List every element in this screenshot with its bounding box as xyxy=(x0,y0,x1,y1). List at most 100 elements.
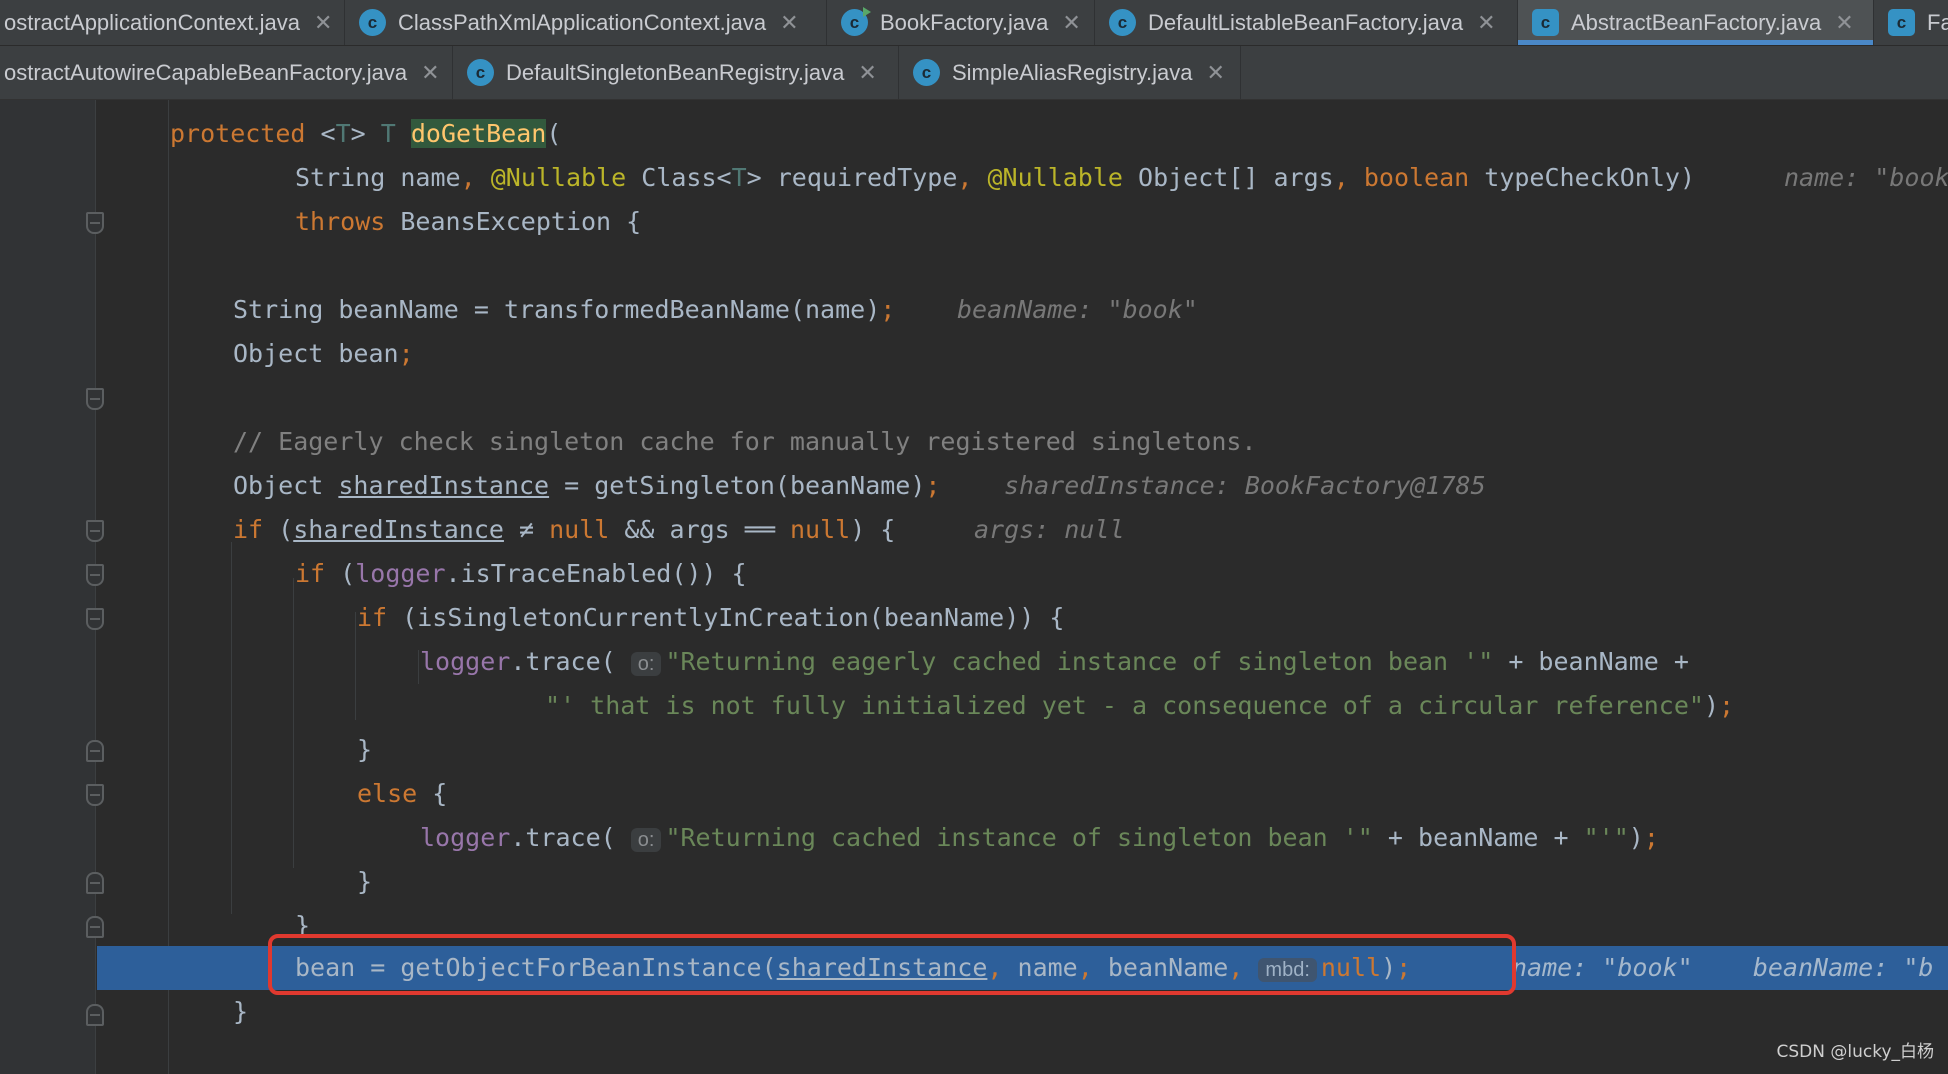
token-identifier: beanName xyxy=(1418,823,1539,852)
code-line[interactable]: Object sharedInstance = getSingleton(bea… xyxy=(0,464,1948,508)
code-editor[interactable]: protected <T> T doGetBean( String name, … xyxy=(0,100,1948,1074)
tab-default-singleton-bean-registry[interactable]: c DefaultSingletonBeanRegistry.java ✕ xyxy=(453,46,899,99)
token-field: logger xyxy=(420,647,511,676)
watermark: CSDN @lucky_白杨 xyxy=(1776,1042,1934,1062)
runnable-class-icon: c xyxy=(841,7,871,36)
code-line[interactable]: } xyxy=(0,728,1948,772)
tab-label: ClassPathXmlApplicationContext.java xyxy=(398,9,767,35)
close-icon[interactable]: ✕ xyxy=(314,10,332,36)
class-c-icon: c xyxy=(1109,9,1136,36)
tab-label: DefaultSingletonBeanRegistry.java xyxy=(506,59,845,85)
code-line[interactable]: } xyxy=(0,860,1948,904)
tab-label: Fa xyxy=(1927,9,1948,35)
code-line[interactable]: "' that is not fully initialized yet - a… xyxy=(0,684,1948,728)
token-method-call: trace xyxy=(525,647,601,676)
token-keyword: boolean xyxy=(1363,163,1470,192)
token-method-call: transformedBeanName xyxy=(503,295,790,324)
token-type: Class xyxy=(641,163,717,192)
parameter-hint: o: xyxy=(630,652,662,676)
annotation-highlight-box xyxy=(268,934,1516,995)
token-keyword: null xyxy=(789,515,851,544)
close-icon[interactable]: ✕ xyxy=(1206,60,1224,86)
tab-simple-alias-registry[interactable]: c SimpleAliasRegistry.java ✕ xyxy=(899,46,1241,99)
code-line[interactable]: Object bean; xyxy=(0,332,1948,376)
parameter-hint: o: xyxy=(630,828,662,852)
token-field: logger xyxy=(355,559,446,588)
code-line[interactable]: String beanName = transformedBeanName(na… xyxy=(0,288,1948,332)
close-icon[interactable]: ✕ xyxy=(421,60,439,86)
token-identifier: beanName xyxy=(1538,647,1659,676)
token-type-param: T xyxy=(335,119,351,148)
code-line[interactable]: if (sharedInstance ≠ null && args ══ nul… xyxy=(0,508,1948,552)
code-line[interactable]: } xyxy=(0,990,1948,1034)
close-icon[interactable]: ✕ xyxy=(1062,10,1080,36)
token-type-param: T xyxy=(731,163,747,192)
editor-tab-bar-row1: ostractApplicationContext.java ✕ c Class… xyxy=(0,0,1948,46)
token-identifier: typeCheckOnly xyxy=(1484,163,1680,192)
token-keyword: throws xyxy=(295,207,386,236)
code-line[interactable]: throws BeansException { xyxy=(0,200,1948,244)
code-line[interactable]: logger.trace( o: "Returning cached instan… xyxy=(0,816,1948,860)
class-c-icon: c xyxy=(913,59,940,86)
token-string: "Returning cached instance of singleton … xyxy=(665,823,1373,852)
close-icon[interactable]: ✕ xyxy=(858,60,876,86)
tab-label: DefaultListableBeanFactory.java xyxy=(1148,9,1464,35)
token-identifier: sharedInstance xyxy=(293,515,504,544)
token-type: String xyxy=(233,295,324,324)
close-icon[interactable]: ✕ xyxy=(1477,10,1495,36)
tab-default-listable-bean-factory[interactable]: c DefaultListableBeanFactory.java ✕ xyxy=(1095,0,1518,45)
token-type: String xyxy=(295,163,386,192)
token-identifier: sharedInstance xyxy=(338,471,550,500)
tab-abstract-bean-factory[interactable]: c AbstractBeanFactory.java ✕ xyxy=(1518,0,1874,45)
tab-book-factory[interactable]: c BookFactory.java ✕ xyxy=(827,0,1095,45)
token-string: "Returning eagerly cached instance of si… xyxy=(665,647,1494,676)
code-line[interactable]: // Eagerly check singleton cache for man… xyxy=(0,420,1948,464)
code-line[interactable]: protected <T> T doGetBean( xyxy=(0,112,1948,156)
tab-abstract-application-context[interactable]: ostractApplicationContext.java ✕ xyxy=(0,0,345,45)
token-identifier: args xyxy=(1273,163,1334,192)
token-identifier: beanName xyxy=(883,603,1005,632)
token-keyword: if xyxy=(233,515,264,544)
tab-classpath-xml-application-context[interactable]: c ClassPathXmlApplicationContext.java ✕ xyxy=(345,0,827,45)
tab-label: ostractAutowireCapableBeanFactory.java xyxy=(4,59,408,85)
token-identifier: beanName xyxy=(789,471,911,500)
code-line[interactable]: else { xyxy=(0,772,1948,816)
token-identifier: args xyxy=(669,515,730,544)
token-method-call: getSingleton xyxy=(594,471,775,500)
fold-marker-icon[interactable] xyxy=(86,388,104,410)
close-icon[interactable]: ✕ xyxy=(780,10,798,36)
close-icon[interactable]: ✕ xyxy=(1835,10,1853,36)
tab-label: ostractApplicationContext.java xyxy=(4,9,300,35)
token-keyword: if xyxy=(357,603,388,632)
token-identifier: name xyxy=(805,295,866,324)
abstract-class-icon: c xyxy=(1532,9,1559,36)
token-annotation: @Nullable xyxy=(490,163,627,192)
editor-tab-bar-row2: ostractAutowireCapableBeanFactory.java ✕… xyxy=(0,46,1948,100)
code-line[interactable]: logger.trace( o: "Returning eagerly cache… xyxy=(0,640,1948,684)
token-type: Object xyxy=(233,339,324,368)
code-line[interactable]: if (isSingletonCurrentlyInCreation(beanN… xyxy=(0,596,1948,640)
tab-label: AbstractBeanFactory.java xyxy=(1571,9,1822,35)
debug-inline-hint: sharedInstance: BookFactory@1785 xyxy=(1004,471,1486,500)
class-c-icon: c xyxy=(467,59,494,86)
token-type: BeansException xyxy=(400,207,612,236)
debug-inline-hint: name: "book xyxy=(1784,163,1948,192)
token-identifier: beanName xyxy=(338,295,459,324)
token-identifier: requiredType xyxy=(776,163,958,192)
token-keyword: protected xyxy=(170,119,306,148)
token-annotation: @Nullable xyxy=(987,163,1123,192)
debug-inline-hint: name: "book" beanName: "b xyxy=(1512,953,1934,982)
token-method-declaration: doGetBean xyxy=(410,119,547,148)
token-method-call: isSingletonCurrentlyInCreation xyxy=(417,603,869,632)
token-keyword: null xyxy=(549,515,610,544)
tab-fa-truncated[interactable]: c Fa xyxy=(1874,0,1948,45)
token-type-param: T xyxy=(380,119,396,148)
tab-label: SimpleAliasRegistry.java xyxy=(952,59,1193,85)
code-line[interactable]: String name, @Nullable Class<T> required… xyxy=(0,156,1948,200)
code-line[interactable]: if (logger.isTraceEnabled()) { xyxy=(0,552,1948,596)
token-keyword: if xyxy=(295,559,326,588)
tab-abstract-autowire-capable-bean-factory[interactable]: ostractAutowireCapableBeanFactory.java ✕ xyxy=(0,46,453,99)
token-field: logger xyxy=(420,823,511,852)
token-string: "'" xyxy=(1583,823,1629,852)
code-comment: // Eagerly check singleton cache for man… xyxy=(233,427,1257,456)
